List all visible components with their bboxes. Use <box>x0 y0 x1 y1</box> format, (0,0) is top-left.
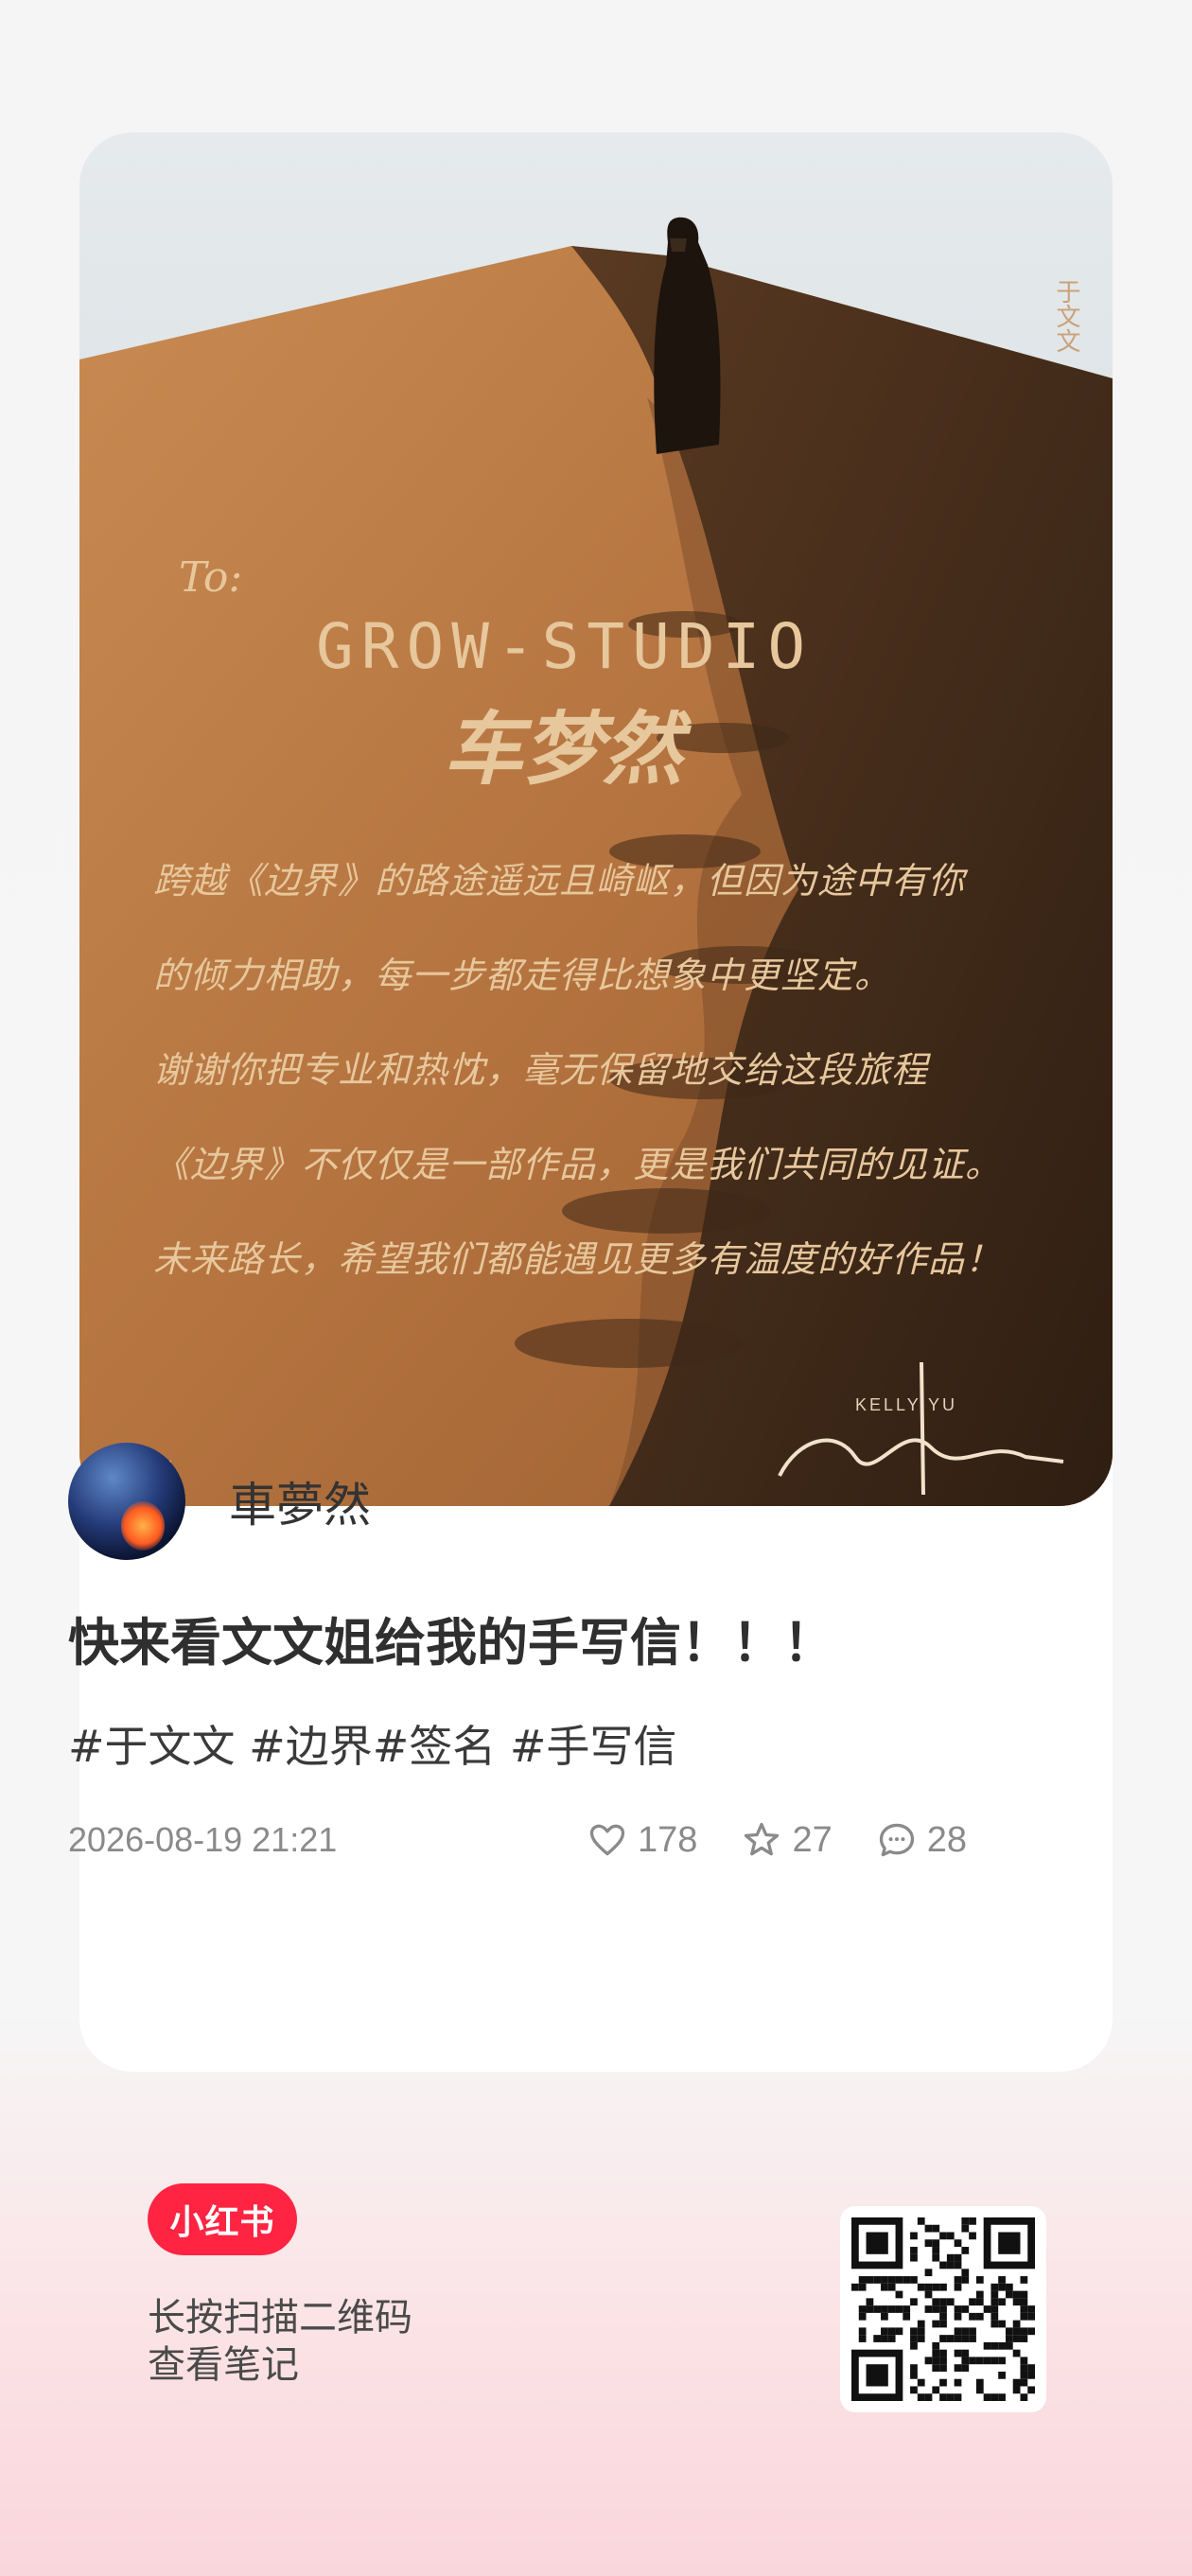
scan-hint: 长按扫描二维码 查看笔记 <box>148 2294 412 2389</box>
post-image[interactable]: 于文文 To: GROW-STUDIO 车梦然 跨越《边界》的路途遥远且崎岖，但… <box>79 132 1113 1506</box>
star-icon <box>745 1822 780 1856</box>
comment-stat[interactable]: 28 <box>876 1819 967 1861</box>
xiaohongshu-logo: 小红书 <box>148 2183 297 2255</box>
letter-line-5: 未来路长，希望我们都能遇见更多有温度的好作品！ <box>153 1238 1003 1280</box>
scan-hint-line-2: 查看笔记 <box>148 2343 299 2387</box>
signature-label: KELLY YU <box>855 1395 958 1414</box>
qr-code-pattern <box>851 2217 1035 2401</box>
post-date: 2026-08-19 21:21 <box>68 1820 338 1859</box>
like-count: 178 <box>638 1819 698 1860</box>
scan-hint-line-1: 长按扫描二维码 <box>148 2296 412 2339</box>
brand-watermark: 于文文 <box>1052 279 1080 353</box>
author-name[interactable]: 車夢然 <box>229 1467 371 1535</box>
comment-icon <box>879 1823 914 1857</box>
desert-dune-illustration <box>79 132 1113 1506</box>
post-meta: 2026-08-19 21:21 178 27 28 <box>68 1816 967 1864</box>
comment-count: 28 <box>926 1819 967 1860</box>
letter-recipient-name: 车梦然 <box>444 702 683 796</box>
avatar[interactable] <box>68 1443 185 1560</box>
letter-line-3: 谢谢你把专业和热忱，毫无保留地交给这段旅程 <box>153 1049 929 1091</box>
letter-to-label: To: <box>179 553 243 602</box>
letter-line-1: 跨越《边界》的路途遥远且崎岖，但因为途中有你 <box>153 860 966 902</box>
heart-icon <box>589 1824 625 1856</box>
star-stat[interactable]: 27 <box>741 1819 833 1861</box>
letter-line-2: 的倾力相助，每一步都走得比想象中更坚定。 <box>153 955 892 996</box>
post-title: 快来看文文姐给我的手写信！！！ <box>68 1613 834 1673</box>
author-row[interactable]: 車夢然 <box>68 1443 371 1560</box>
star-count: 27 <box>792 1819 833 1860</box>
post-tags[interactable]: #于文文 #边界#签名 #手写信 <box>68 1712 676 1775</box>
letter-studio-text: GROW-STUDIO <box>316 610 814 683</box>
share-card: 于文文 To: GROW-STUDIO 车梦然 跨越《边界》的路途遥远且崎岖，但… <box>79 132 1113 2072</box>
qr-code[interactable] <box>840 2206 1046 2412</box>
letter-line-4: 《边界》不仅仅是一部作品，更是我们共同的见证。 <box>153 1144 1003 1185</box>
like-stat[interactable]: 178 <box>587 1819 697 1861</box>
